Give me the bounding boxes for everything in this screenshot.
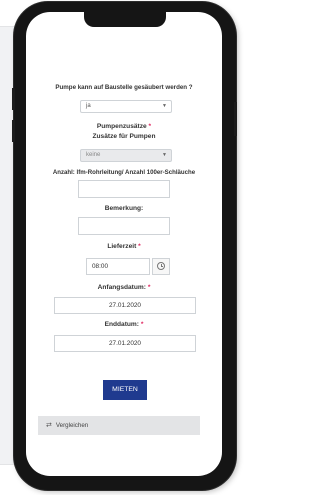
- clock-icon: [157, 262, 165, 270]
- required-marker: *: [140, 321, 144, 328]
- chevron-down-icon: ▼: [162, 103, 167, 109]
- clean-select-value: ja: [86, 103, 91, 109]
- remark-input[interactable]: [78, 217, 170, 235]
- remark-label: Bemerkung:: [104, 205, 144, 212]
- start-date-text: Anfangsdatum:: [97, 284, 146, 291]
- pump-accessories-select[interactable]: keine ▼: [80, 149, 172, 162]
- delivery-time-text: Lieferzeit: [107, 243, 137, 250]
- pump-accessories-text: Pumpenzusätze: [96, 123, 147, 130]
- chevron-down-icon: ▼: [162, 152, 167, 158]
- required-marker: *: [148, 123, 152, 130]
- compare-label: Vergleichen: [55, 422, 89, 429]
- compare-button[interactable]: ⇄ Vergleichen: [38, 416, 200, 435]
- end-date-input[interactable]: 27.01.2020: [54, 335, 196, 352]
- pump-accessories-select-value: keine: [86, 152, 101, 158]
- clean-select[interactable]: ja ▼: [80, 100, 172, 113]
- quantity-input[interactable]: [78, 180, 170, 198]
- rental-form: Pumpe kann auf Baustelle gesäubert werde…: [26, 12, 222, 476]
- end-date-text: Enddatum:: [104, 321, 139, 328]
- compare-icon: ⇄: [46, 422, 52, 429]
- pump-accessories-sublabel: Zusätze für Pumpen: [92, 133, 156, 140]
- end-date-label: Enddatum: *: [26, 321, 222, 328]
- start-date-label: Anfangsdatum: *: [26, 284, 222, 291]
- required-marker: *: [147, 284, 151, 291]
- required-marker: *: [138, 243, 141, 250]
- time-picker-button[interactable]: [152, 258, 170, 275]
- clean-question-label: Pumpe kann auf Baustelle gesäubert werde…: [55, 84, 193, 91]
- phone-side-button: [234, 102, 237, 136]
- delivery-time-label: Lieferzeit *: [26, 243, 222, 250]
- start-date-input[interactable]: 27.01.2020: [54, 297, 196, 314]
- quantity-label: Anzahl: lfm-Rohrleitung/ Anzahl 100er-Sc…: [52, 169, 196, 176]
- rent-button[interactable]: MIETEN: [103, 380, 147, 400]
- pump-accessories-label: Pumpenzusätze *: [26, 123, 222, 130]
- phone-notch: [84, 12, 166, 27]
- phone-side-button: [12, 120, 15, 142]
- delivery-time-input[interactable]: 08:00: [86, 258, 150, 275]
- phone-side-button: [12, 88, 15, 110]
- phone-screen: Pumpe kann auf Baustelle gesäubert werde…: [26, 12, 222, 476]
